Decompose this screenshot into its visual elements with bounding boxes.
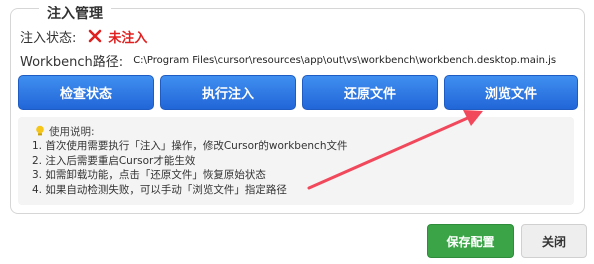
status-row: 注入状态: 未注入: [20, 26, 147, 46]
help-line: 1. 首次使用需要执行「注入」操作，修改Cursor的workbench文件: [32, 140, 348, 152]
workbench-path-value: C:\Program Files\cursor\resources\app\ou…: [133, 54, 557, 66]
path-label: Workbench路径:: [20, 54, 124, 70]
help-line: 2. 注入后需要重启Cursor才能生效: [32, 154, 196, 167]
save-config-button[interactable]: 保存配置: [427, 224, 514, 258]
browse-file-button[interactable]: 浏览文件: [444, 75, 578, 110]
injection-dialog: 注入管理 注入状态: 未注入 Workbench路径: C:\Program F…: [0, 0, 594, 264]
help-panel: 使用说明: 1. 首次使用需要执行「注入」操作，修改Cursor的workben…: [18, 117, 574, 205]
close-button[interactable]: 关闭: [521, 224, 587, 258]
inject-button[interactable]: 执行注入: [160, 75, 296, 110]
restore-file-button[interactable]: 还原文件: [302, 75, 438, 110]
x-icon: [88, 29, 102, 43]
lightbulb-icon: [35, 125, 45, 137]
help-line: 3. 如需卸载功能，点击「还原文件」恢复原始状态: [32, 169, 266, 181]
group-title: 注入管理: [39, 6, 111, 20]
help-title: 使用说明:: [49, 125, 95, 138]
path-row: Workbench路径: C:\Program Files\cursor\res…: [20, 50, 556, 70]
help-line: 4. 如果自动检测失败，可以手动「浏览文件」指定路径: [32, 183, 287, 196]
action-buttons: 检查状态 执行注入 还原文件 浏览文件: [18, 75, 578, 110]
status-label: 注入状态:: [20, 30, 77, 46]
status-value: 未注入: [108, 30, 148, 46]
check-status-button[interactable]: 检查状态: [18, 75, 154, 110]
help-title-row: 使用说明:: [33, 123, 574, 139]
